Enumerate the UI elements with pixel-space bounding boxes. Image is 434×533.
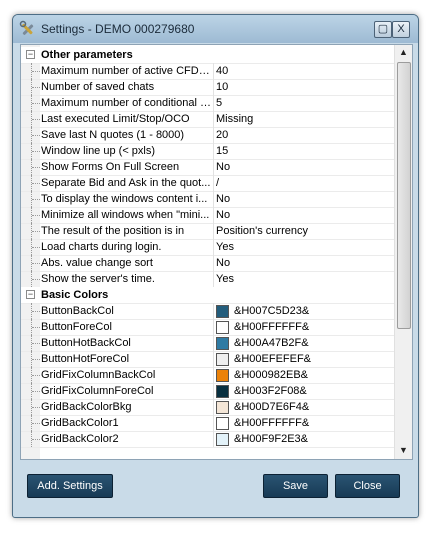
color-property-row[interactable]: GridFixColumnForeCol &H003F2F08& [21,383,394,400]
property-name: Maximum number of conditional o... [41,97,211,109]
property-row[interactable]: Last executed Limit/Stop/OCO Missing [21,111,394,128]
property-name: Save last N quotes (1 - 8000) [41,129,185,141]
property-value[interactable]: No [216,256,391,271]
property-value[interactable]: &H003F2F08& [234,384,394,399]
property-value[interactable]: &H00FFFFFF& [234,320,394,335]
property-row[interactable]: Maximum number of conditional o... 5 [21,95,394,112]
property-name: To display the windows content i... [41,193,208,205]
property-row[interactable]: Separate Bid and Ask in the quot... / [21,175,394,192]
property-name: Abs. value change sort [41,257,153,269]
settings-window: Settings - DEMO 000279680 ▢ X − Other pa… [12,14,419,518]
color-swatch[interactable] [216,337,229,350]
property-row[interactable]: Load charts during login. Yes [21,239,394,256]
vertical-scrollbar[interactable]: ▲ ▼ [394,45,412,459]
property-value[interactable]: &H000982EB& [234,368,394,383]
property-name: Load charts during login. [41,241,162,253]
property-row[interactable]: Show Forms On Full Screen No [21,159,394,176]
property-name: Window line up (< pxls) [41,145,156,157]
category-label: Basic Colors [41,289,109,301]
property-row[interactable]: The result of the position is in Position… [21,223,394,240]
property-value[interactable]: &H00F9F2E3& [234,432,394,447]
color-swatch[interactable] [216,305,229,318]
property-name: Maximum number of active CFD in... [41,65,211,77]
property-name: GridBackColor1 [41,417,119,429]
color-swatch[interactable] [216,353,229,366]
property-value[interactable]: &H00EFEFEF& [234,352,394,367]
save-button[interactable]: Save [263,474,328,498]
property-row[interactable]: Minimize all windows when "mini... No [21,207,394,224]
property-row[interactable]: Show the server's time. Yes [21,271,394,288]
property-grid[interactable]: − Other parameters Maximum number of act… [21,45,394,459]
property-row[interactable]: Window line up (< pxls) 15 [21,143,394,160]
property-value[interactable]: 15 [216,144,391,159]
property-name: ButtonBackCol [41,305,114,317]
property-name: GridFixColumnBackCol [41,369,156,381]
color-property-row[interactable]: GridFixColumnBackCol &H000982EB& [21,367,394,384]
property-row[interactable]: Abs. value change sort No [21,255,394,272]
color-property-row[interactable]: GridBackColor2 &H00F9F2E3& [21,431,394,448]
category-label: Other parameters [41,49,133,61]
property-row[interactable]: Number of saved chats 10 [21,79,394,96]
property-name: Last executed Limit/Stop/OCO [41,113,190,125]
property-name: ButtonHotBackCol [41,337,131,349]
close-window-button[interactable]: X [392,21,410,38]
collapse-toggle[interactable]: − [26,50,35,59]
property-value[interactable]: &H00A47B2F& [234,336,394,351]
color-swatch[interactable] [216,385,229,398]
property-value[interactable]: 10 [216,80,391,95]
property-value[interactable]: Yes [216,240,391,255]
property-value[interactable]: 40 [216,64,391,79]
property-value[interactable]: &H00FFFFFF& [234,416,394,431]
color-property-row[interactable]: ButtonBackCol &H007C5D23& [21,303,394,320]
close-button[interactable]: Close [335,474,400,498]
property-value[interactable]: Yes [216,272,391,287]
title-bar[interactable]: Settings - DEMO 000279680 ▢ X [13,15,418,43]
color-property-row[interactable]: ButtonForeCol &H00FFFFFF& [21,319,394,336]
property-row[interactable]: Maximum number of active CFD in... 40 [21,63,394,80]
property-name: ButtonHotForeCol [41,353,130,365]
color-swatch[interactable] [216,433,229,446]
property-name: Separate Bid and Ask in the quot... [41,177,211,189]
property-name: GridBackColor2 [41,433,119,445]
maximize-button[interactable]: ▢ [374,21,392,38]
scroll-up-arrow-icon[interactable]: ▲ [396,45,411,60]
property-value[interactable]: No [216,208,391,223]
color-swatch[interactable] [216,401,229,414]
color-property-row[interactable]: ButtonHotForeCol &H00EFEFEF& [21,351,394,368]
property-value[interactable]: 5 [216,96,391,111]
property-name: GridBackColorBkg [41,401,132,413]
scroll-down-arrow-icon[interactable]: ▼ [396,443,411,458]
collapse-toggle[interactable]: − [26,290,35,299]
property-value[interactable]: &H007C5D23& [234,304,394,319]
property-value[interactable]: &H00D7E6F4& [234,400,394,415]
property-value[interactable]: Position's currency [216,224,391,239]
category-other-parameters[interactable]: − Other parameters [21,47,394,64]
property-name: ButtonForeCol [41,321,112,333]
category-basic-colors[interactable]: − Basic Colors [21,287,394,304]
property-row[interactable]: To display the windows content i... No [21,191,394,208]
window-title: Settings - DEMO 000279680 [41,22,195,36]
color-swatch[interactable] [216,417,229,430]
property-name: Show the server's time. [41,273,155,285]
property-grid-container: − Other parameters Maximum number of act… [20,44,413,460]
color-property-row[interactable]: GridBackColorBkg &H00D7E6F4& [21,399,394,416]
add-settings-button[interactable]: Add. Settings [27,474,113,498]
property-value[interactable]: / [216,176,391,191]
property-value[interactable]: Missing [216,112,391,127]
property-name: Minimize all windows when "mini... [41,209,210,221]
property-value[interactable]: No [216,192,391,207]
color-swatch[interactable] [216,369,229,382]
property-name: GridFixColumnForeCol [41,385,154,397]
property-value[interactable]: No [216,160,391,175]
property-name: Number of saved chats [41,81,155,93]
property-row[interactable]: Save last N quotes (1 - 8000) 20 [21,127,394,144]
property-name: Show Forms On Full Screen [41,161,180,173]
settings-tools-icon [19,20,34,35]
color-property-row[interactable]: GridBackColor1 &H00FFFFFF& [21,415,394,432]
scroll-thumb[interactable] [397,62,411,329]
color-swatch[interactable] [216,321,229,334]
property-name: The result of the position is in [41,225,185,237]
property-value[interactable]: 20 [216,128,391,143]
color-property-row[interactable]: ButtonHotBackCol &H00A47B2F& [21,335,394,352]
